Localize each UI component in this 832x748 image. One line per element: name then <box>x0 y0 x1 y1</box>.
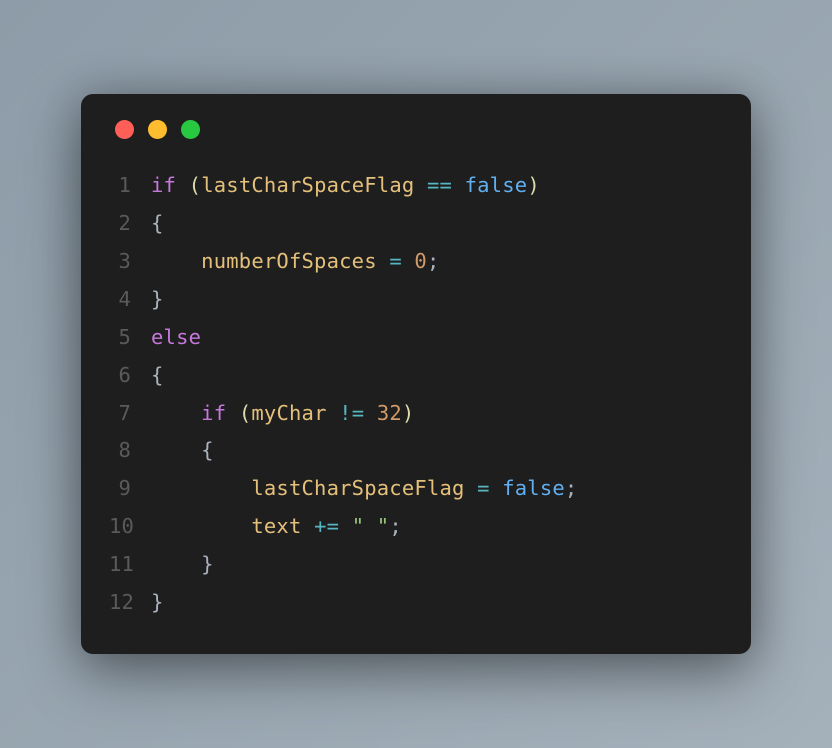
line-content: text += " "; <box>151 508 402 546</box>
token: numberOfSpaces <box>201 249 377 273</box>
code-line[interactable]: 6{ <box>109 357 723 395</box>
line-number: 9 <box>109 470 151 508</box>
token <box>414 173 427 197</box>
token <box>151 438 201 462</box>
token: 0 <box>414 249 427 273</box>
line-number: 8 <box>109 432 151 470</box>
token: lastCharSpaceFlag <box>201 173 414 197</box>
token <box>339 514 352 538</box>
code-line[interactable]: 1if (lastCharSpaceFlag == false) <box>109 167 723 205</box>
line-number: 7 <box>109 395 151 433</box>
window-controls <box>109 120 723 139</box>
token <box>465 476 478 500</box>
code-line[interactable]: 4} <box>109 281 723 319</box>
token: { <box>201 438 214 462</box>
token: ( <box>189 173 202 197</box>
token: { <box>151 211 164 235</box>
line-number: 1 <box>109 167 151 205</box>
token <box>151 249 201 273</box>
line-number: 11 <box>109 546 151 584</box>
token <box>151 401 201 425</box>
line-content: numberOfSpaces = 0; <box>151 243 440 281</box>
token: } <box>151 590 164 614</box>
line-number: 12 <box>109 584 151 622</box>
token: ; <box>427 249 440 273</box>
code-line[interactable]: 3 numberOfSpaces = 0; <box>109 243 723 281</box>
token: else <box>151 325 201 349</box>
token: 32 <box>377 401 402 425</box>
token: != <box>339 401 364 425</box>
token: ( <box>239 401 252 425</box>
token <box>490 476 503 500</box>
token: == <box>427 173 452 197</box>
token: ; <box>389 514 402 538</box>
token: " " <box>352 514 390 538</box>
token <box>151 476 251 500</box>
token: } <box>201 552 214 576</box>
line-content: if (lastCharSpaceFlag == false) <box>151 167 540 205</box>
line-content: else <box>151 319 201 357</box>
token: ) <box>527 173 540 197</box>
line-number: 4 <box>109 281 151 319</box>
code-line[interactable]: 12} <box>109 584 723 622</box>
token: false <box>465 173 528 197</box>
code-line[interactable]: 10 text += " "; <box>109 508 723 546</box>
token <box>151 552 201 576</box>
line-number: 10 <box>109 508 151 546</box>
line-content: { <box>151 357 164 395</box>
close-icon[interactable] <box>115 120 134 139</box>
token: false <box>502 476 565 500</box>
token: myChar <box>251 401 326 425</box>
token <box>377 249 390 273</box>
minimize-icon[interactable] <box>148 120 167 139</box>
token: } <box>151 287 164 311</box>
token: += <box>314 514 339 538</box>
code-line[interactable]: 5else <box>109 319 723 357</box>
code-line[interactable]: 9 lastCharSpaceFlag = false; <box>109 470 723 508</box>
code-line[interactable]: 11 } <box>109 546 723 584</box>
code-line[interactable]: 2{ <box>109 205 723 243</box>
token <box>402 249 415 273</box>
token <box>226 401 239 425</box>
line-content: } <box>151 546 214 584</box>
token: text <box>251 514 301 538</box>
token: lastCharSpaceFlag <box>251 476 464 500</box>
token: = <box>477 476 490 500</box>
token <box>151 514 251 538</box>
line-content: { <box>151 432 214 470</box>
token: { <box>151 363 164 387</box>
token <box>452 173 465 197</box>
code-editor[interactable]: 1if (lastCharSpaceFlag == false)2{3 numb… <box>109 167 723 622</box>
code-line[interactable]: 7 if (myChar != 32) <box>109 395 723 433</box>
line-number: 2 <box>109 205 151 243</box>
line-content: if (myChar != 32) <box>151 395 414 433</box>
token <box>364 401 377 425</box>
token: ; <box>565 476 578 500</box>
token: if <box>151 173 176 197</box>
token: ) <box>402 401 415 425</box>
line-number: 3 <box>109 243 151 281</box>
line-number: 6 <box>109 357 151 395</box>
token <box>302 514 315 538</box>
token: if <box>201 401 226 425</box>
token <box>176 173 189 197</box>
line-content: } <box>151 281 164 319</box>
token: = <box>389 249 402 273</box>
code-window: 1if (lastCharSpaceFlag == false)2{3 numb… <box>81 94 751 654</box>
line-content: lastCharSpaceFlag = false; <box>151 470 577 508</box>
token <box>327 401 340 425</box>
line-number: 5 <box>109 319 151 357</box>
maximize-icon[interactable] <box>181 120 200 139</box>
line-content: { <box>151 205 164 243</box>
code-line[interactable]: 8 { <box>109 432 723 470</box>
line-content: } <box>151 584 164 622</box>
